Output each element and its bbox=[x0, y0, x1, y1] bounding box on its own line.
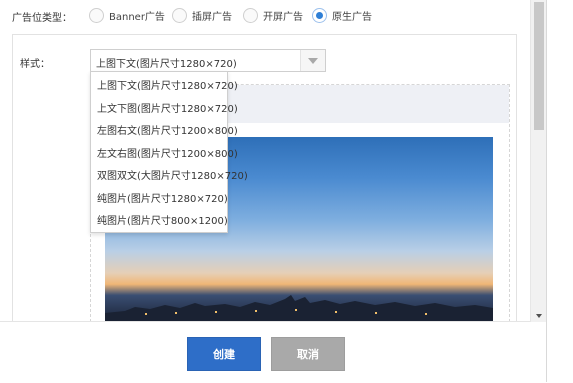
radio-circle-checked[interactable] bbox=[312, 7, 327, 23]
radio-circle[interactable] bbox=[172, 7, 187, 23]
style-option[interactable]: 上文下图(图片尺寸1280×720) bbox=[91, 99, 238, 122]
radio-native-label: 原生广告 bbox=[332, 11, 372, 23]
city-skyline-graphic bbox=[105, 295, 493, 321]
style-select[interactable]: 上图下文(图片尺寸1280×720) bbox=[90, 49, 326, 72]
radio-banner-label: Banner广告 bbox=[109, 11, 165, 23]
radio-splash[interactable]: 开屏广告 bbox=[243, 5, 303, 25]
radio-circle[interactable] bbox=[89, 7, 104, 23]
cancel-button[interactable]: 取消 bbox=[271, 337, 345, 371]
create-button[interactable]: 创建 bbox=[187, 337, 261, 371]
style-select-value: 上图下文(图片尺寸1280×720) bbox=[96, 59, 237, 70]
style-option[interactable]: 双图双文(大图片尺寸1280×720) bbox=[91, 166, 248, 189]
style-label: 样式： bbox=[20, 59, 50, 70]
ad-type-label: 广告位类型： bbox=[12, 13, 72, 24]
divider bbox=[546, 0, 547, 382]
scrollbar-thumb[interactable] bbox=[534, 2, 544, 130]
radio-interstitial[interactable]: 插屏广告 bbox=[172, 5, 232, 25]
radio-interstitial-label: 插屏广告 bbox=[192, 11, 232, 23]
vertical-scrollbar[interactable] bbox=[530, 0, 547, 322]
footer-bar: 创建 取消 bbox=[0, 321, 530, 383]
style-option[interactable]: 上图下文(图片尺寸1280×720) bbox=[91, 76, 238, 99]
scroll-down-arrow-icon[interactable] bbox=[536, 314, 542, 318]
style-option[interactable]: 左文右图(图片尺寸1200×800) bbox=[91, 144, 238, 167]
chevron-down-icon[interactable] bbox=[300, 50, 325, 71]
style-option[interactable]: 纯图片(图片尺寸800×1200) bbox=[91, 211, 228, 234]
radio-splash-label: 开屏广告 bbox=[263, 11, 303, 23]
ad-type-row: 广告位类型： Banner广告 插屏广告 开屏广告 原生广告 bbox=[0, 0, 530, 30]
style-option[interactable]: 纯图片(图片尺寸1280×720) bbox=[91, 189, 228, 212]
radio-circle[interactable] bbox=[243, 7, 258, 23]
style-dropdown: 上图下文(图片尺寸1280×720) 上文下图(图片尺寸1280×720) 左图… bbox=[90, 71, 248, 234]
style-option[interactable]: 左图右文(图片尺寸1200×800) bbox=[91, 121, 238, 144]
radio-banner[interactable]: Banner广告 bbox=[89, 5, 165, 25]
radio-native[interactable]: 原生广告 bbox=[312, 5, 372, 25]
